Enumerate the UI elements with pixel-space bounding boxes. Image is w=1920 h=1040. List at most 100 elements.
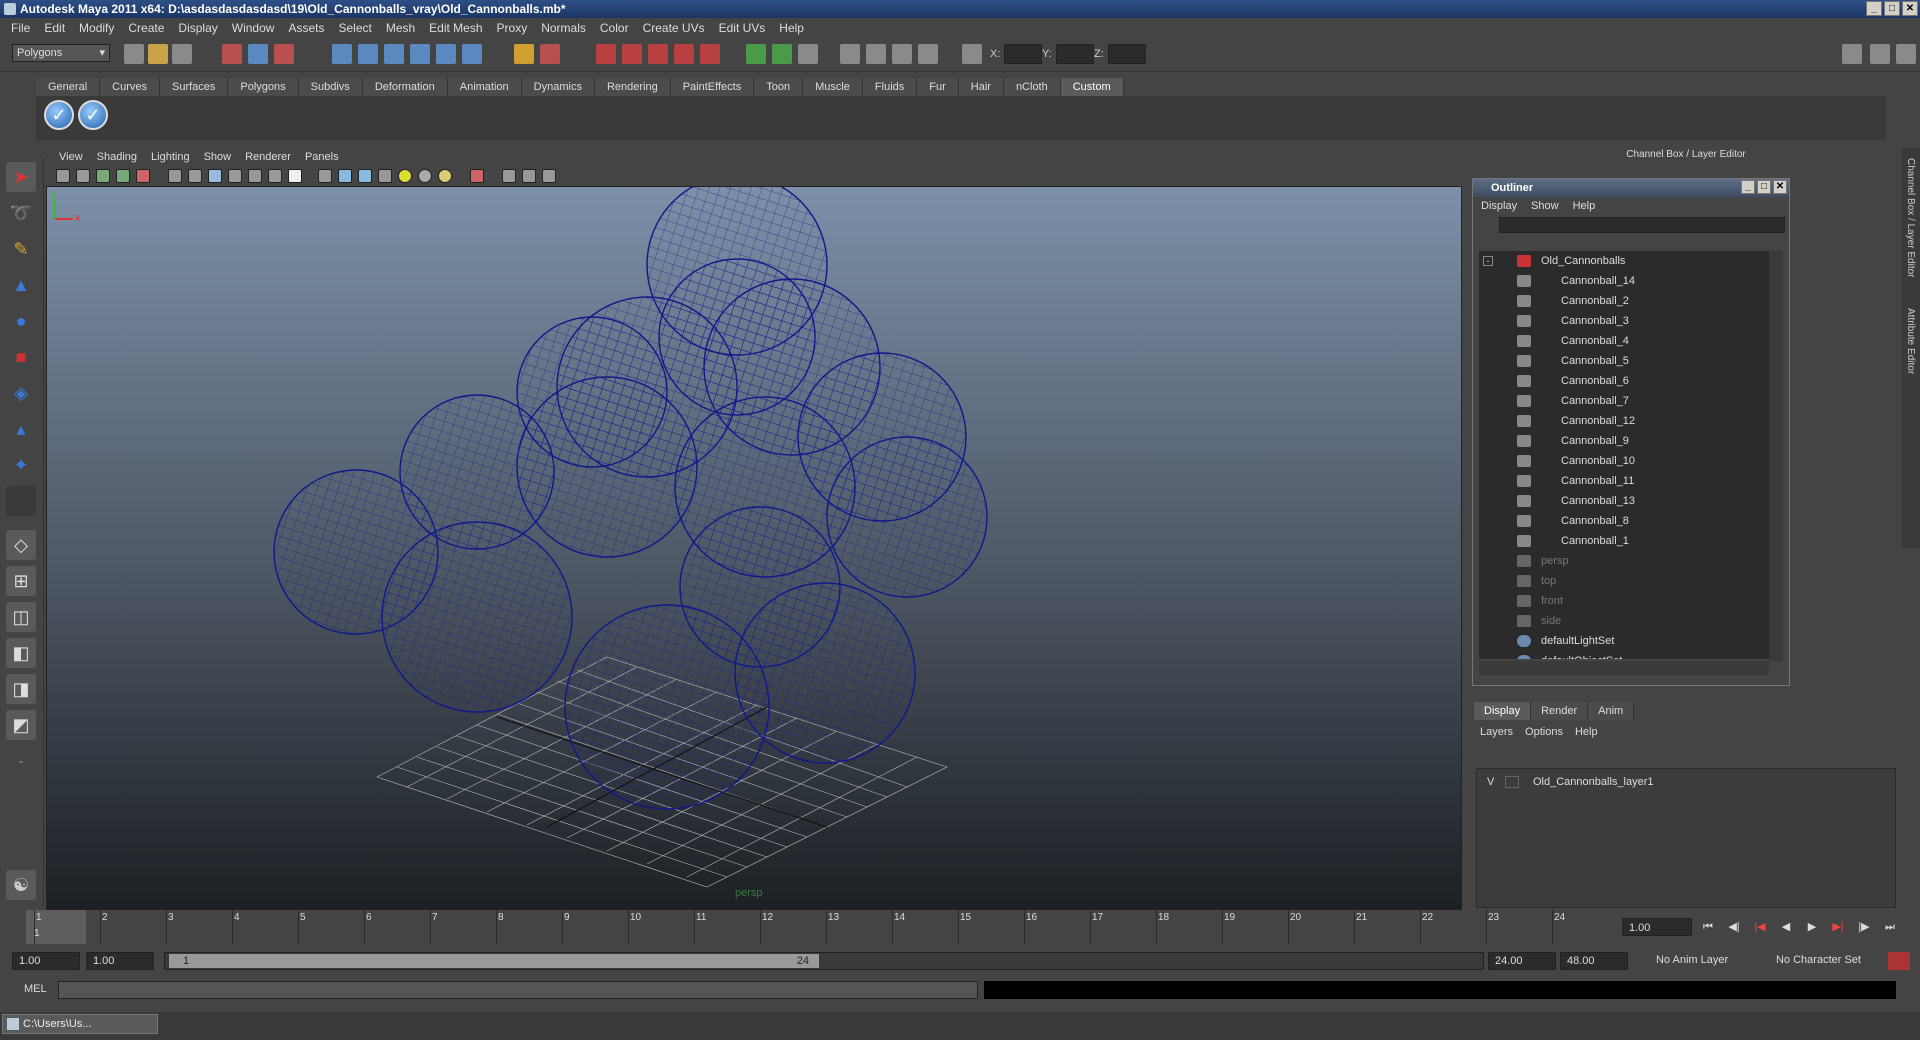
menu-file[interactable]: File [4, 21, 37, 35]
snap-point-icon[interactable] [384, 44, 404, 64]
use-all-lights-icon[interactable] [398, 169, 412, 183]
tab-curves[interactable]: Curves [100, 78, 160, 96]
range-slider-handle[interactable]: 1 24 [169, 954, 819, 968]
menu-create-uvs[interactable]: Create UVs [636, 21, 712, 35]
tab-ncloth[interactable]: nCloth [1003, 78, 1061, 96]
playback-start-field[interactable]: 1.00 [86, 952, 154, 970]
layer-menu-layers[interactable]: Layers [1480, 726, 1513, 738]
outliner-filter-field[interactable] [1499, 217, 1785, 233]
time-slider[interactable]: 1 2 3 4 5 6 7 8 9 10 11 12 13 14 15 16 1… [12, 910, 1612, 944]
toggle-channel-box-icon[interactable] [1896, 44, 1916, 64]
image-plane-icon[interactable] [116, 169, 130, 183]
render-settings-icon[interactable] [540, 44, 560, 64]
side-tab-channel-box[interactable]: Channel Box / Layer Editor [1905, 158, 1916, 278]
y-field[interactable] [1056, 44, 1094, 64]
layer-row[interactable]: V Old_Cannonballs_layer1 [1481, 773, 1891, 791]
shadows-icon[interactable] [418, 169, 432, 183]
outliner-item[interactable]: Cannonball_14 [1479, 271, 1769, 291]
hypershade-layout-icon[interactable]: ◨ [6, 674, 36, 704]
outliner-item[interactable]: defaultObjectSet [1479, 651, 1769, 659]
tab-rendering[interactable]: Rendering [594, 78, 671, 96]
menu-display[interactable]: Display [171, 21, 224, 35]
tab-fluids[interactable]: Fluids [862, 78, 918, 96]
show-channel-box-icon[interactable] [892, 44, 912, 64]
play-forwards-button[interactable]: ▶ [1802, 918, 1822, 936]
render-frame-icon[interactable] [596, 44, 616, 64]
go-to-end-button[interactable]: ⏭ [1880, 918, 1900, 936]
tab-polygons[interactable]: Polygons [228, 78, 299, 96]
mental-ray-icon[interactable]: ☯ [6, 870, 36, 900]
lock-icon[interactable] [514, 44, 534, 64]
menu-select[interactable]: Select [331, 21, 378, 35]
scale-tool-icon[interactable]: ■ [6, 342, 36, 372]
go-to-start-button[interactable]: ⏮ [1698, 918, 1718, 936]
outliner-minimize-button[interactable]: _ [1741, 180, 1755, 194]
tab-general[interactable]: General [36, 78, 101, 96]
rotate-tool-icon[interactable]: ● [6, 306, 36, 336]
render-globals-icon[interactable] [700, 44, 720, 64]
two-d-pan-zoom-icon[interactable] [136, 169, 150, 183]
menu-edit-uvs[interactable]: Edit UVs [712, 21, 773, 35]
tab-custom[interactable]: Custom [1060, 78, 1124, 96]
menu-proxy[interactable]: Proxy [490, 21, 535, 35]
isolate-select-icon[interactable] [470, 169, 484, 183]
ipr-render-icon[interactable] [622, 44, 642, 64]
close-button[interactable]: ✕ [1902, 1, 1918, 16]
tab-layer-anim[interactable]: Anim [1588, 702, 1635, 720]
menu-edit-mesh[interactable]: Edit Mesh [422, 21, 489, 35]
x-field[interactable] [1004, 44, 1042, 64]
viewport-menu-renderer[interactable]: Renderer [238, 151, 298, 163]
outliner-item[interactable]: side [1479, 611, 1769, 631]
relative-mode-icon[interactable] [962, 44, 982, 64]
outliner-menu-display[interactable]: Display [1481, 200, 1525, 212]
viewport-menu-view[interactable]: View [52, 151, 90, 163]
camera-attributes-icon[interactable] [76, 169, 90, 183]
collapse-icon[interactable]: - [1483, 256, 1493, 266]
tab-painteffects[interactable]: PaintEffects [670, 78, 755, 96]
tab-hair[interactable]: Hair [958, 78, 1004, 96]
safe-action-icon[interactable] [268, 169, 282, 183]
step-back-key-button[interactable]: |◀ [1750, 918, 1770, 936]
high-quality-icon[interactable] [438, 169, 452, 183]
outliner-item[interactable]: Cannonball_13 [1479, 491, 1769, 511]
menu-window[interactable]: Window [225, 21, 282, 35]
side-tab-attribute-editor[interactable]: Attribute Editor [1905, 308, 1916, 374]
cannonball-wire[interactable] [381, 521, 573, 713]
select-tool-icon[interactable]: ➤ [6, 162, 36, 192]
viewport-menu-shading[interactable]: Shading [90, 151, 144, 163]
single-perspective-layout-icon[interactable]: ◇ [6, 530, 36, 560]
outliner-maximize-button[interactable]: □ [1757, 180, 1771, 194]
outliner-item[interactable]: Cannonball_2 [1479, 291, 1769, 311]
backface-culling-icon[interactable] [542, 169, 556, 183]
soft-modification-icon[interactable]: ▴ [6, 414, 36, 444]
select-hierarchy-icon[interactable] [222, 44, 242, 64]
input-line-icon[interactable] [746, 44, 766, 64]
select-object-icon[interactable] [248, 44, 268, 64]
perspective-viewport[interactable]: persp y x [46, 186, 1462, 910]
z-field[interactable] [1108, 44, 1146, 64]
cannonball-wire[interactable] [516, 316, 668, 468]
camera-select-icon[interactable] [56, 169, 70, 183]
outliner-item[interactable]: persp [1479, 551, 1769, 571]
command-input[interactable] [58, 981, 978, 999]
cannonball-wire[interactable] [646, 187, 828, 356]
outliner-item[interactable]: Cannonball_11 [1479, 471, 1769, 491]
viewport-menu-lighting[interactable]: Lighting [144, 151, 197, 163]
minimize-button[interactable]: _ [1866, 1, 1882, 16]
outliner-menu-help[interactable]: Help [1573, 200, 1604, 212]
tab-animation[interactable]: Animation [447, 78, 522, 96]
tab-dynamics[interactable]: Dynamics [521, 78, 595, 96]
outliner-item[interactable]: Cannonball_5 [1479, 351, 1769, 371]
hypershade-icon[interactable] [674, 44, 694, 64]
menu-create[interactable]: Create [121, 21, 171, 35]
outliner-item[interactable]: Cannonball_4 [1479, 331, 1769, 351]
menu-modify[interactable]: Modify [72, 21, 121, 35]
snap-curve-icon[interactable] [358, 44, 378, 64]
layer-type-toggle[interactable] [1505, 776, 1519, 788]
menu-mesh[interactable]: Mesh [379, 21, 422, 35]
maximize-button[interactable]: □ [1884, 1, 1900, 16]
history-icon[interactable] [462, 44, 482, 64]
bookmark-icon[interactable] [96, 169, 110, 183]
new-scene-icon[interactable] [124, 44, 144, 64]
layer-menu-help[interactable]: Help [1575, 726, 1598, 738]
